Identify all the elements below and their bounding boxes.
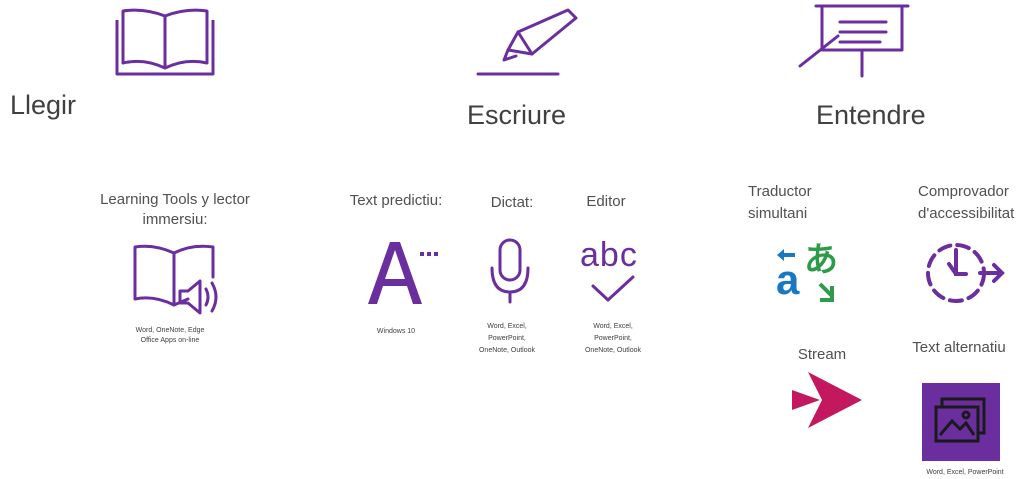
microphone-icon xyxy=(490,238,530,304)
editor-apps-line2: PowerPoint, xyxy=(594,335,632,342)
translator-icon: あ a xyxy=(774,234,846,306)
pen-icon xyxy=(476,8,578,76)
dictation-apps-line2: PowerPoint, xyxy=(488,335,526,342)
learning-tools-apps-line2: Office Apps on-line xyxy=(140,337,200,344)
stream-label: Stream xyxy=(797,346,847,363)
presentation-board-icon xyxy=(798,4,910,78)
text-prediction-icon xyxy=(368,242,438,304)
stream-icon xyxy=(792,372,862,428)
section-title-understand: Entendre xyxy=(816,100,926,130)
alt-text-label: Text alternatiu xyxy=(912,339,1006,356)
book-icon xyxy=(115,8,215,76)
editor-label: Editor xyxy=(586,193,626,210)
alt-text-icon xyxy=(922,383,1000,461)
translator-label-line1: Traductor xyxy=(748,183,812,200)
accessibility-checker-icon xyxy=(926,243,1005,303)
dictation-apps-line1: Word, Excel, xyxy=(487,323,527,330)
translator-label-line2: simultani xyxy=(748,205,808,222)
immersive-reader-icon xyxy=(133,244,218,315)
text-prediction-label: Text predictiu: xyxy=(349,192,443,209)
translator-glyph-a: a xyxy=(776,256,800,303)
accessibility-checker-label-line1: Comprovador xyxy=(918,183,1009,200)
learning-tools-apps-line1: Word, OneNote, Edge xyxy=(135,327,205,334)
accessibility-checker-label-line2: d'accessibilitat xyxy=(918,205,1015,222)
dictation-label: Dictat: xyxy=(490,194,534,211)
learning-tools-label: Learning Tools y lector immersiu: xyxy=(100,191,250,228)
section-title-read: Llegir xyxy=(10,90,77,120)
dictation-apps-line3: OneNote, Outlook xyxy=(478,347,536,354)
editor-apps-line3: OneNote, Outlook xyxy=(584,347,642,354)
section-title-write: Escriure xyxy=(467,100,567,130)
translator-glyph-jp: あ xyxy=(804,240,838,280)
editor-apps-line1: Word, Excel, xyxy=(593,323,633,330)
text-prediction-apps: Windows 10 xyxy=(376,328,416,335)
alt-text-apps: Word, Excel, PowerPoint xyxy=(926,469,1004,476)
editor-glyph: abc xyxy=(580,236,638,274)
editor-check-icon: abc xyxy=(578,236,648,308)
